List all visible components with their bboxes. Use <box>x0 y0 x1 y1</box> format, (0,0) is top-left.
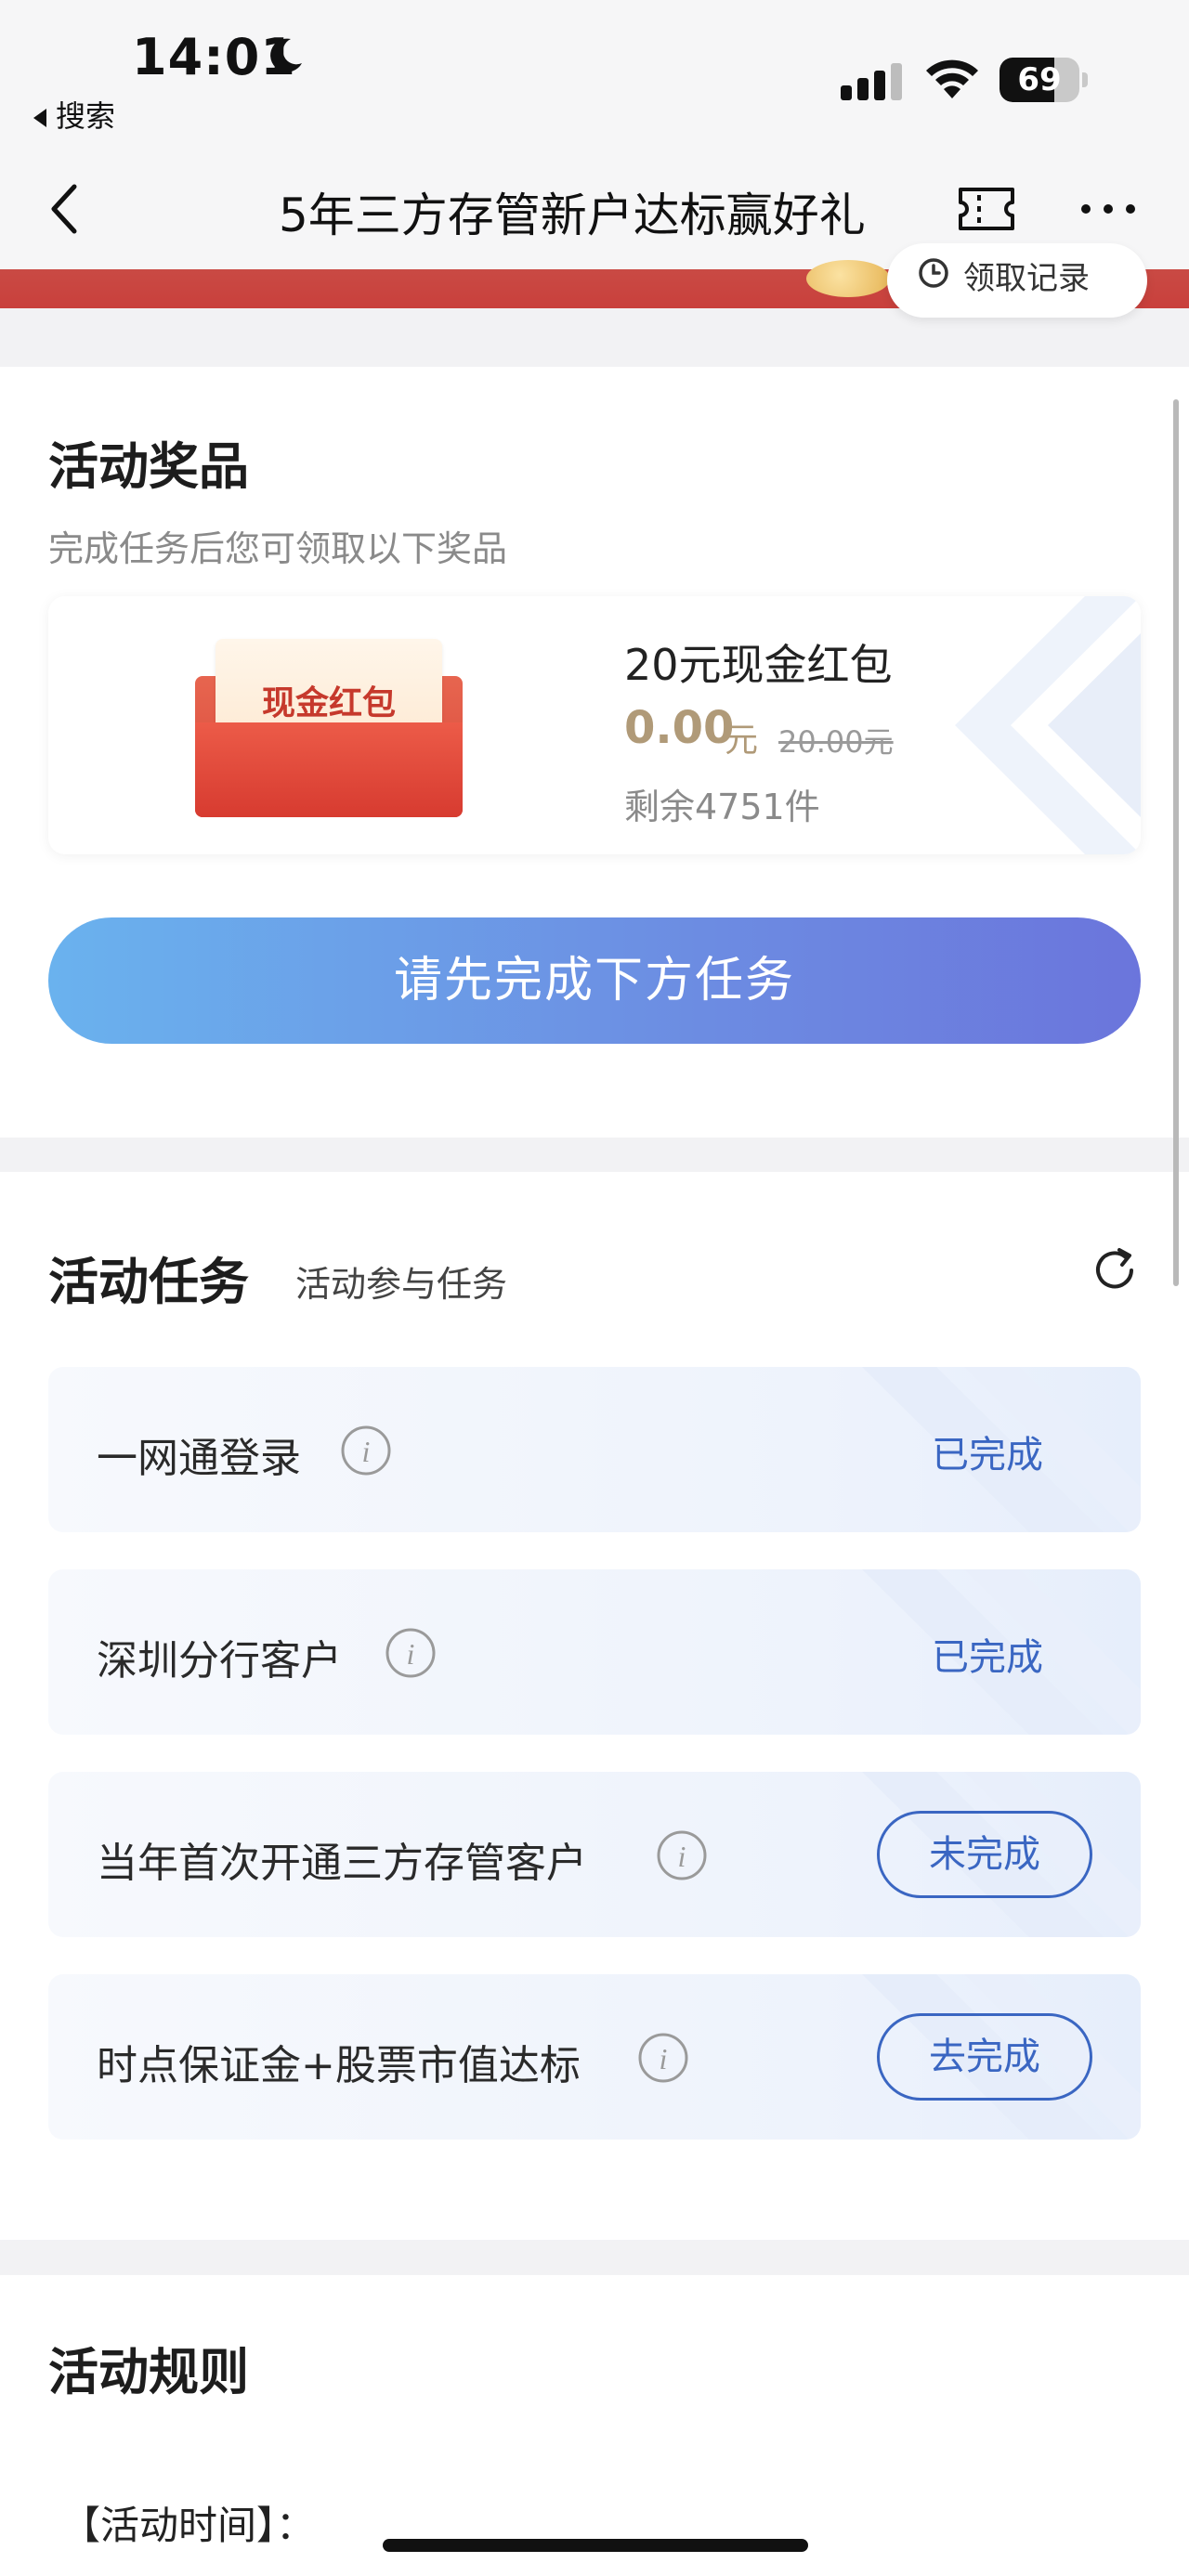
claim-record-label: 领取记录 <box>963 260 1090 297</box>
task-row: 当年首次开通三方存管客户 i 未完成 <box>48 1772 1141 1937</box>
task-row: 一网通登录 i 已完成 <box>48 1367 1141 1532</box>
prize-section-subtitle: 完成任务后您可领取以下奖品 <box>48 528 508 569</box>
prize-section-title: 活动奖品 <box>48 437 249 496</box>
back-chevron-icon[interactable] <box>48 181 82 237</box>
more-options-icon[interactable] <box>1079 202 1137 215</box>
red-envelope-image: 现金红包 <box>195 639 463 817</box>
battery-indicator: 69 <box>1000 58 1089 102</box>
svg-text:i: i <box>362 1435 371 1468</box>
info-icon[interactable]: i <box>656 1829 708 1881</box>
task-section-subtitle: 活动参与任务 <box>295 1264 508 1305</box>
ticket-icon[interactable] <box>957 186 1016 232</box>
svg-text:i: i <box>660 2042 668 2075</box>
home-indicator[interactable] <box>383 2539 808 2552</box>
info-icon[interactable]: i <box>385 1627 437 1679</box>
moon-icon <box>270 38 302 72</box>
envelope-label: 现金红包 <box>261 684 396 722</box>
task-label: 当年首次开通三方存管客户 <box>97 1840 587 1887</box>
back-triangle-icon <box>33 109 46 127</box>
cellular-signal-icon <box>841 63 902 100</box>
clock-icon <box>919 258 948 288</box>
info-icon[interactable]: i <box>340 1425 392 1477</box>
prize-price: 0.00 <box>624 702 735 754</box>
scrollbar[interactable] <box>1173 399 1179 1286</box>
back-to-app-link[interactable]: 搜索 <box>33 93 115 136</box>
task-label: 时点保证金+股票市值达标 <box>97 2042 581 2089</box>
battery-level: 69 <box>1017 61 1062 98</box>
task-label: 一网通登录 <box>97 1435 301 1482</box>
task-section-title: 活动任务 <box>48 1253 249 1311</box>
task-incomplete-button[interactable]: 未完成 <box>877 1811 1092 1898</box>
task-label: 深圳分行客户 <box>97 1637 342 1685</box>
prize-stock: 剩余4751件 <box>624 787 820 827</box>
task-row: 深圳分行客户 i 已完成 <box>48 1569 1141 1735</box>
task-status: 已完成 <box>932 1434 1043 1477</box>
svg-text:i: i <box>678 1840 686 1873</box>
chevron-decoration <box>955 596 1141 854</box>
info-icon[interactable]: i <box>637 2032 689 2084</box>
rules-section-title: 活动规则 <box>48 2343 249 2401</box>
claim-record-button[interactable]: 领取记录 <box>887 243 1147 318</box>
task-status: 已完成 <box>932 1636 1043 1679</box>
go-complete-button[interactable]: 去完成 <box>877 2013 1092 2101</box>
prize-name: 20元现金红包 <box>624 640 893 690</box>
page-title: 5年三方存管新户达标赢好礼 <box>279 189 866 242</box>
complete-tasks-first-button[interactable]: 请先完成下方任务 <box>48 917 1141 1044</box>
task-row: 时点保证金+股票市值达标 i 去完成 <box>48 1974 1141 2140</box>
back-app-label: 搜索 <box>56 98 116 134</box>
coin-decoration <box>806 260 890 297</box>
svg-text:i: i <box>407 1637 415 1671</box>
refresh-icon[interactable] <box>1089 1244 1141 1296</box>
rules-time-label: 【活动时间】： <box>61 2503 316 2548</box>
prize-original-price: 20.00元 <box>778 724 894 760</box>
wifi-icon <box>926 59 978 98</box>
prize-price-unit: 元 <box>725 722 759 760</box>
